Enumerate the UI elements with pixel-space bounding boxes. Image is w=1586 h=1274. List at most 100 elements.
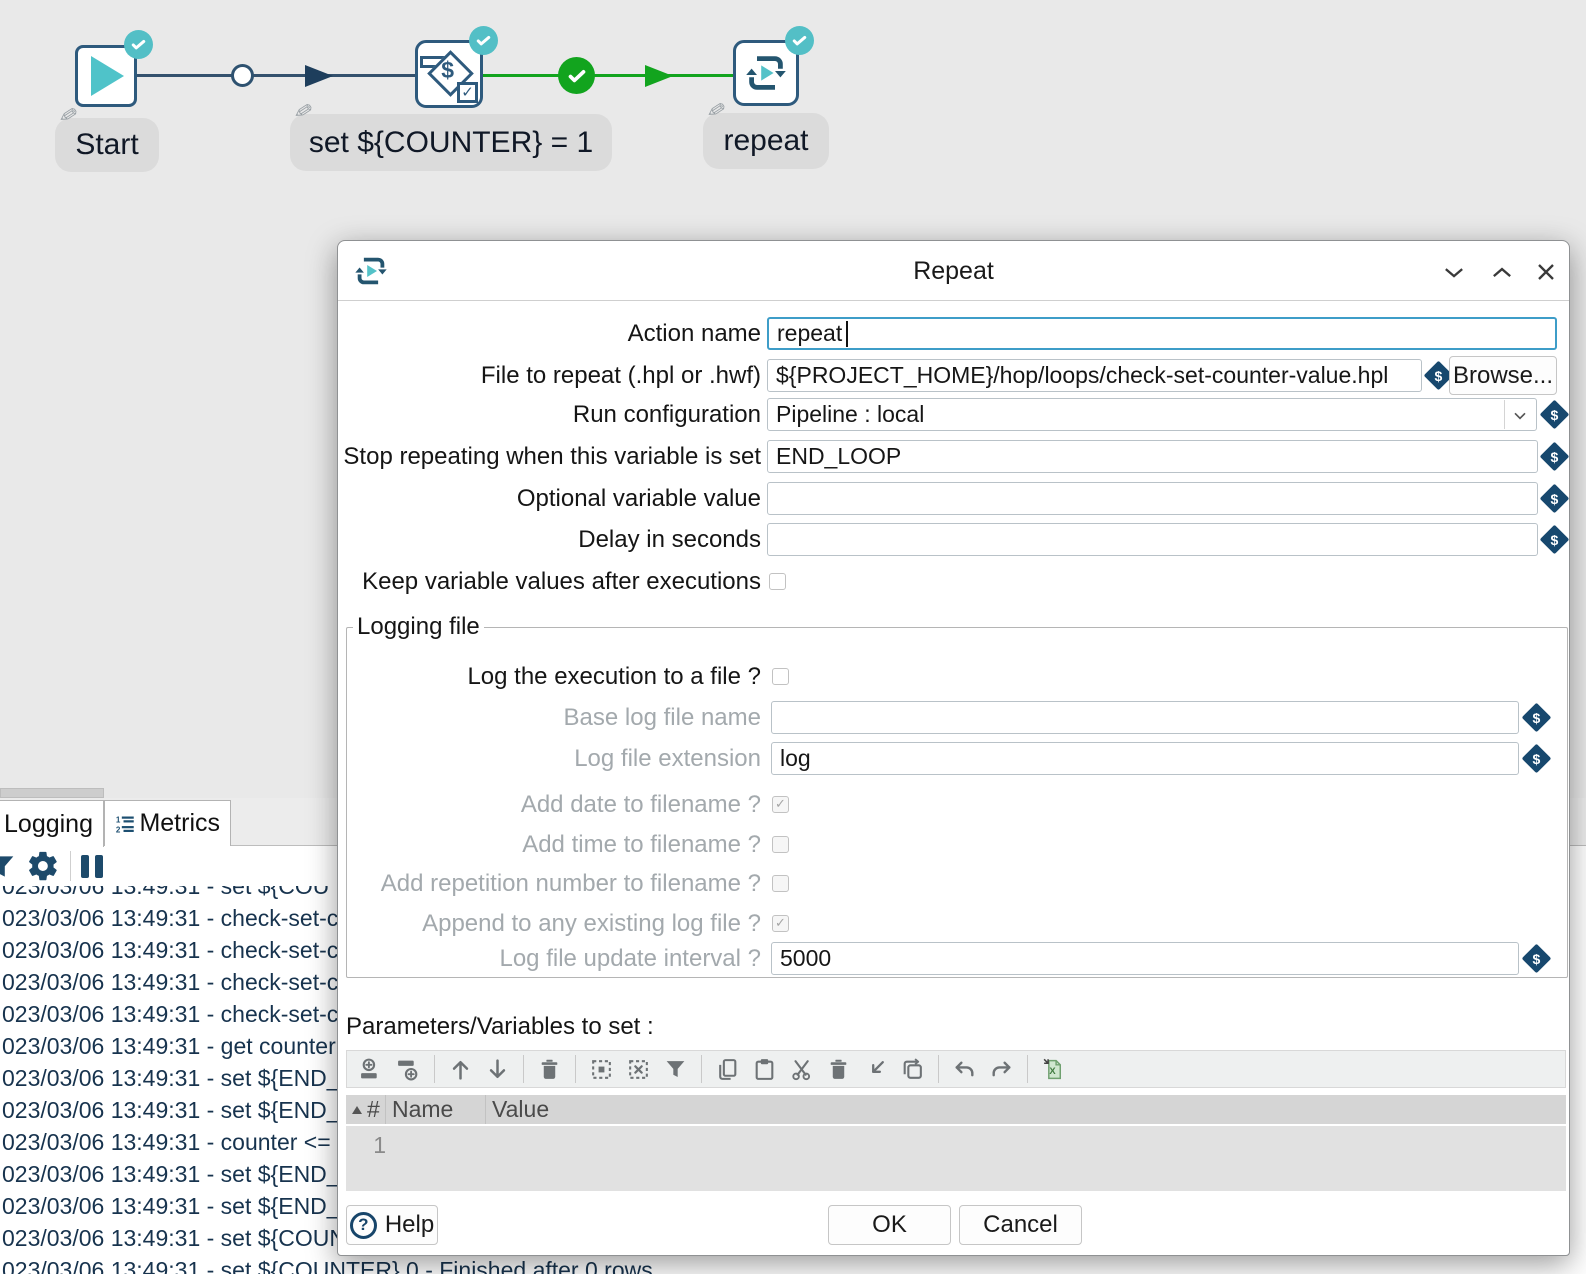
canvas-scrollbar[interactable]: [0, 788, 104, 798]
metrics-tab-icon: 1 2: [115, 811, 135, 837]
log-extension-label: Log file extension: [341, 742, 761, 775]
log-to-file-checkbox[interactable]: [772, 668, 789, 685]
help-icon: ?: [350, 1212, 377, 1239]
base-log-name-label: Base log file name: [341, 701, 761, 734]
success-check-icon: [558, 57, 595, 94]
start-status-check-icon: [124, 30, 153, 59]
clear-rows-icon[interactable]: [537, 1057, 562, 1082]
toolbar-separator: [70, 851, 71, 881]
clear-selection-icon[interactable]: [626, 1057, 651, 1082]
run-configuration-combo[interactable]: Pipeline : local: [767, 398, 1537, 431]
repeat-loop-icon: [742, 49, 790, 97]
svg-text:2: 2: [116, 825, 121, 834]
params-table-row[interactable]: 1: [346, 1126, 1566, 1191]
node-label-set-counter[interactable]: ✎ set ${COUNTER} = 1: [290, 114, 612, 171]
delay-input[interactable]: [767, 523, 1538, 556]
undo-icon[interactable]: [952, 1057, 977, 1082]
node-label-start[interactable]: ✎ Start: [55, 118, 159, 172]
append-log-checkbox[interactable]: ✓: [772, 915, 789, 932]
text-cursor: [846, 321, 848, 347]
base-log-name-input[interactable]: [771, 701, 1519, 734]
add-repetition-checkbox[interactable]: [772, 875, 789, 892]
column-header-name[interactable]: Name: [386, 1095, 486, 1124]
edit-pencil-icon: ✎: [291, 97, 314, 126]
file-to-repeat-input[interactable]: [767, 359, 1422, 392]
hop-workflow-window: $ ✓ ✎ Start ✎: [0, 0, 1586, 1274]
dialog-titlebar[interactable]: Repeat: [338, 241, 1569, 301]
column-header-value[interactable]: Value: [486, 1095, 1566, 1124]
export-to-excel-icon[interactable]: X: [1041, 1057, 1066, 1082]
log-to-file-label: Log the execution to a file ?: [341, 660, 761, 693]
update-interval-input[interactable]: [771, 942, 1519, 975]
log-extension-input[interactable]: [771, 742, 1519, 775]
optional-value-label: Optional variable value: [341, 482, 761, 515]
toolbar-separator: [701, 1055, 702, 1083]
copy-rows-icon[interactable]: [715, 1057, 740, 1082]
stop-variable-input[interactable]: [767, 440, 1538, 473]
append-log-label: Append to any existing log file ?: [341, 907, 761, 940]
cancel-button[interactable]: Cancel: [959, 1205, 1082, 1245]
svg-text:1: 1: [116, 815, 121, 824]
keep-values-checkbox[interactable]: [769, 573, 786, 590]
add-date-checkbox[interactable]: ✓: [772, 796, 789, 813]
ok-button[interactable]: OK: [828, 1205, 951, 1245]
hop-arrowhead-navy-icon: [305, 65, 333, 87]
move-rows-down-icon[interactable]: [485, 1057, 510, 1082]
logging-file-group-title: Logging file: [353, 613, 484, 641]
edit-pencil-icon: ✎: [704, 96, 727, 125]
duplicate-row-icon[interactable]: [900, 1057, 925, 1082]
keep-selected-rows-icon[interactable]: [863, 1057, 888, 1082]
chevron-down-icon[interactable]: [1440, 258, 1468, 286]
variable-icon: $: [1540, 525, 1570, 555]
filter-log-icon[interactable]: [0, 851, 20, 881]
help-button-label: Help: [385, 1211, 434, 1239]
stop-variable-label: Stop repeating when this variable is set: [341, 440, 761, 473]
move-rows-up-icon[interactable]: [448, 1057, 473, 1082]
toolbar-separator: [938, 1055, 939, 1083]
node-label-text: Start: [75, 128, 138, 162]
redo-icon[interactable]: [989, 1057, 1014, 1082]
chevron-up-icon[interactable]: [1488, 258, 1516, 286]
tab-metrics[interactable]: 1 2 Metrics: [104, 800, 231, 847]
optional-value-input[interactable]: [767, 482, 1538, 515]
insert-row-after-icon[interactable]: [396, 1057, 421, 1082]
browse-button-label: Browse...: [1453, 362, 1553, 390]
run-configuration-label: Run configuration: [341, 398, 761, 431]
tab-logging[interactable]: 1 g Logging: [0, 800, 104, 847]
cut-rows-icon[interactable]: [789, 1057, 814, 1082]
tab-label: Metrics: [139, 809, 220, 838]
parameters-section-label: Parameters/Variables to set :: [346, 1013, 654, 1041]
add-date-label: Add date to filename ?: [341, 788, 761, 821]
hop-link-start-set: [135, 74, 418, 77]
params-toolbar: X: [346, 1050, 1566, 1088]
toolbar-separator: [523, 1055, 524, 1083]
start-play-icon: [91, 56, 124, 96]
run-configuration-value: Pipeline : local: [776, 401, 924, 428]
insert-row-before-icon[interactable]: [359, 1057, 384, 1082]
params-table-header: # Name Value: [346, 1095, 1566, 1126]
hop-link-set-repeat: [482, 74, 737, 77]
filter-rows-icon[interactable]: [663, 1057, 688, 1082]
add-time-checkbox[interactable]: [772, 836, 789, 853]
delete-rows-icon[interactable]: [826, 1057, 851, 1082]
browse-button[interactable]: Browse...: [1449, 356, 1557, 395]
select-all-rows-icon[interactable]: [589, 1057, 614, 1082]
combo-chevron-down-icon[interactable]: [1504, 400, 1535, 429]
action-name-input[interactable]: [767, 317, 1557, 350]
add-repetition-label: Add repetition number to filename ?: [341, 867, 761, 900]
paste-rows-icon[interactable]: [752, 1057, 777, 1082]
log-settings-gear-icon[interactable]: [26, 849, 60, 883]
pause-log-icon[interactable]: [81, 855, 103, 878]
close-icon[interactable]: [1532, 258, 1560, 286]
action-name-label: Action name: [341, 317, 761, 350]
help-button[interactable]: ? Help: [346, 1205, 438, 1245]
node-label-repeat[interactable]: ✎ repeat: [703, 113, 829, 169]
variable-icon: $: [1540, 400, 1570, 430]
add-time-label: Add time to filename ?: [341, 828, 761, 861]
svg-text:X: X: [1049, 1066, 1056, 1076]
repeat-status-check-icon: [785, 26, 814, 55]
cancel-button-label: Cancel: [983, 1211, 1058, 1239]
variable-icon: $: [1540, 442, 1570, 472]
delay-label: Delay in seconds: [341, 523, 761, 556]
column-header-num[interactable]: #: [346, 1095, 386, 1124]
